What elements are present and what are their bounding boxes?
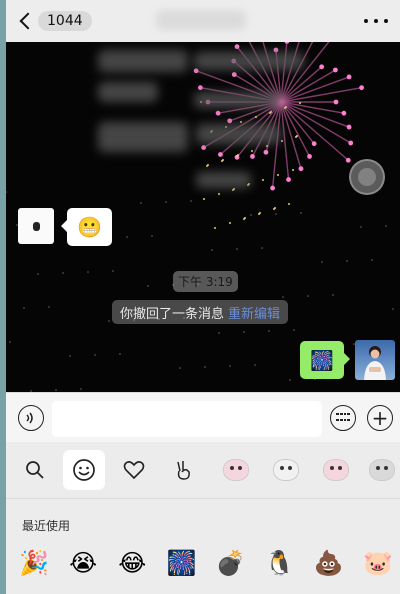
keyboard-toggle-button[interactable]: [330, 405, 356, 431]
recently-used-label: 最近使用: [22, 519, 71, 533]
my-avatar[interactable]: [355, 340, 395, 380]
redacted-message: [98, 82, 158, 102]
redacted-message: [194, 92, 284, 108]
redacted-message: [98, 122, 188, 152]
peace-hand-icon: [177, 461, 190, 480]
recall-notice: 你撤回了一条消息 重新编辑: [112, 300, 289, 324]
bomb-emoji-icon[interactable]: 💣: [213, 546, 249, 580]
pig-face-emoji-icon[interactable]: 🐷: [360, 546, 396, 580]
penguin-emoji-icon[interactable]: 🐧: [262, 546, 298, 580]
cat-sticker-icon: [273, 459, 299, 481]
chat-header: 1044: [6, 0, 400, 42]
sticker-pack-tab[interactable]: [215, 450, 257, 490]
redacted-message: [196, 172, 251, 188]
gesture-stickers-tab[interactable]: [163, 450, 205, 490]
plus-icon: +: [371, 406, 389, 430]
emoji-search-tab[interactable]: [14, 450, 56, 490]
received-emoji-message[interactable]: 😬: [61, 208, 112, 246]
fireworks-emoji-icon: 🎆: [310, 349, 334, 372]
unread-count-badge: 1044: [38, 11, 92, 31]
emoji-default-tab[interactable]: [63, 450, 105, 490]
emoji-icon: [73, 459, 95, 481]
cat-sticker-icon: [223, 459, 249, 481]
message-list[interactable]: 😬 下午 3:19 你撤回了一条消息 重新编辑 🎆: [6, 42, 400, 392]
more-functions-button[interactable]: +: [367, 405, 393, 431]
voice-input-button[interactable]: [18, 405, 44, 431]
ellipsis-icon: [364, 19, 368, 23]
bear-sticker-icon: [369, 459, 395, 481]
search-icon: [26, 461, 44, 479]
re-edit-link[interactable]: 重新编辑: [228, 307, 280, 322]
fireworks-emoji-icon[interactable]: 🎆: [163, 546, 199, 580]
chevron-left-icon: [19, 12, 37, 30]
emoji-panel: 最近使用 🎉 😭 😂 🎆 💣 🐧 💩 🐷: [6, 442, 400, 594]
cat-sticker-icon: [323, 459, 349, 481]
poop-emoji-icon[interactable]: 💩: [311, 546, 347, 580]
redacted-message: [194, 52, 304, 70]
more-options-button[interactable]: [364, 14, 388, 28]
grimace-emoji-icon: 😬: [77, 215, 102, 239]
heart-icon: [123, 461, 145, 480]
sticker-pack-tab[interactable]: [265, 450, 307, 490]
divider: [6, 498, 400, 499]
chat-screen: 1044 😬 下午 3:19 你撤回了一条消息 重新编辑 🎆 + 最近使用 🎉 …: [6, 0, 400, 594]
keyboard-icon: [336, 413, 350, 423]
voice-icon: [26, 412, 33, 424]
avatar-portrait-icon: [364, 346, 386, 380]
chat-title-redacted: [156, 10, 246, 30]
party-popper-emoji-icon[interactable]: 🎉: [16, 546, 52, 580]
floating-window-button[interactable]: [349, 159, 385, 195]
contact-avatar[interactable]: [18, 208, 54, 244]
emoji-tab-bar: [6, 448, 400, 492]
crying-face-emoji-icon[interactable]: 😭: [65, 546, 101, 580]
sent-emoji-message[interactable]: 🎆: [300, 341, 350, 379]
recall-notice-text: 你撤回了一条消息: [120, 307, 225, 322]
message-timestamp: 下午 3:19: [173, 271, 238, 292]
laughing-face-emoji-icon[interactable]: 😂: [114, 546, 150, 580]
message-input[interactable]: [52, 401, 322, 437]
sticker-pack-tab[interactable]: [315, 450, 357, 490]
input-bar: +: [6, 392, 400, 442]
back-button[interactable]: 1044: [16, 9, 92, 33]
sticker-pack-tab[interactable]: [364, 450, 400, 490]
redacted-message: [196, 124, 281, 144]
favorites-tab[interactable]: [113, 450, 155, 490]
redacted-message: [98, 50, 188, 72]
recent-emoji-row: 🎉 😭 😂 🎆 💣 🐧 💩 🐷: [16, 546, 396, 580]
